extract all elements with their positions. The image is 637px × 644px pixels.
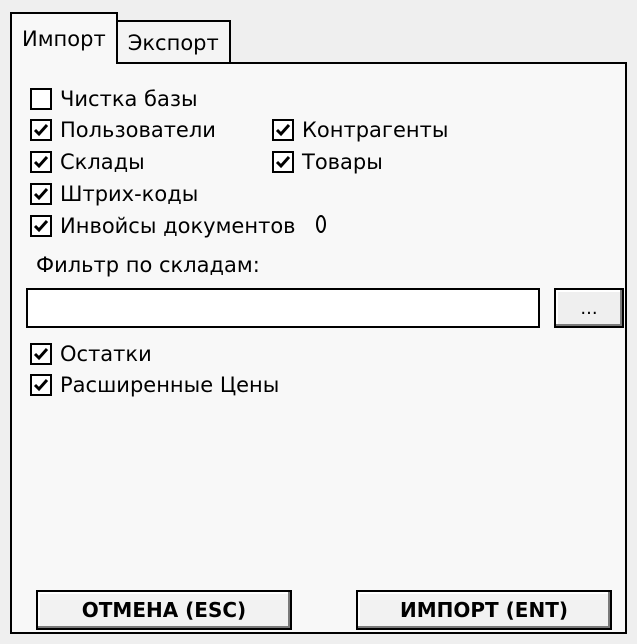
option-invoices-label: Инвойсы документов (60, 214, 296, 238)
checkbox-clean-db[interactable] (30, 88, 52, 110)
option-warehouses-label: Склады (60, 150, 145, 174)
checkmark-icon (275, 156, 291, 169)
import-button[interactable]: ИМПОРТ (ENT) (356, 590, 612, 630)
filter-label: Фильтр по складам: (36, 253, 260, 277)
option-users[interactable]: Пользователи (30, 118, 216, 142)
option-contractors[interactable]: Контрагенты (272, 118, 448, 142)
option-extended-prices[interactable]: Расширенные Цены (30, 373, 279, 397)
checkbox-warehouses[interactable] (30, 151, 52, 173)
option-warehouses[interactable]: Склады (30, 150, 145, 174)
cancel-button[interactable]: ОТМЕНА (ESC) (36, 590, 292, 630)
checkbox-users[interactable] (30, 119, 52, 141)
option-extended-prices-label: Расширенные Цены (60, 373, 280, 397)
checkmark-icon (33, 220, 49, 233)
option-clean-db[interactable]: Чистка базы (30, 87, 198, 111)
option-goods[interactable]: Товары (272, 150, 383, 174)
option-users-label: Пользователи (60, 118, 216, 142)
option-goods-label: Товары (302, 150, 383, 174)
option-barcodes[interactable]: Штрих-коды (30, 182, 198, 206)
option-invoices[interactable]: Инвойсы документов (30, 214, 296, 238)
option-stock[interactable]: Остатки (30, 342, 152, 366)
checkmark-icon (275, 124, 291, 137)
option-contractors-label: Контрагенты (302, 118, 449, 142)
option-barcodes-label: Штрих-коды (60, 182, 199, 206)
checkbox-stock[interactable] (30, 343, 52, 365)
browse-button[interactable]: ... (554, 288, 624, 328)
checkbox-goods[interactable] (272, 151, 294, 173)
checkmark-icon (33, 124, 49, 137)
option-clean-db-label: Чистка базы (60, 87, 198, 111)
warehouse-filter-input[interactable] (26, 288, 540, 328)
tab-import[interactable]: Импорт (10, 12, 118, 64)
import-dialog: Импорт Экспорт Чистка базы Пользователи … (0, 0, 637, 644)
checkmark-icon (33, 348, 49, 361)
tab-export[interactable]: Экспорт (115, 20, 231, 64)
checkbox-barcodes[interactable] (30, 183, 52, 205)
checkbox-contractors[interactable] (272, 119, 294, 141)
option-stock-label: Остатки (60, 342, 152, 366)
checkbox-invoices[interactable] (30, 215, 52, 237)
busy-cursor-icon (316, 215, 326, 233)
checkmark-icon (33, 156, 49, 169)
checkmark-icon (33, 188, 49, 201)
checkbox-extended-prices[interactable] (30, 374, 52, 396)
tab-strip: Импорт Экспорт (10, 12, 231, 64)
checkmark-icon (33, 379, 49, 392)
